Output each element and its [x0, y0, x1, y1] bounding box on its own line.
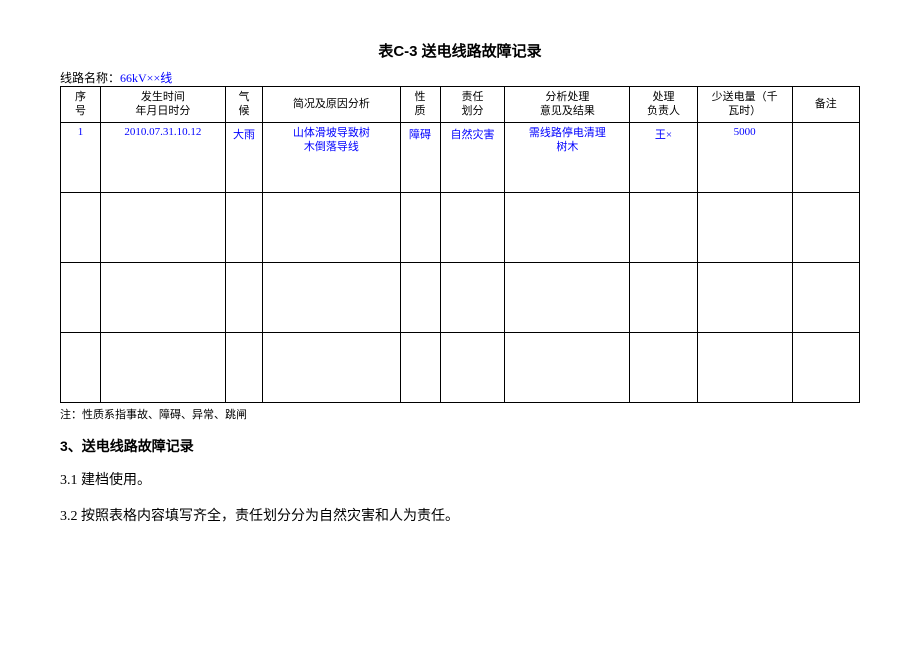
- line-name-row: 线路名称：66kV××线: [60, 69, 860, 86]
- table-title: 表C-3 送电线路故障记录: [60, 40, 860, 61]
- header-remark: 备注: [815, 98, 837, 110]
- line-name-value: 66kV××线: [120, 71, 172, 85]
- paragraph-3-1: 3.1 建档使用。: [60, 470, 860, 492]
- paragraph-3-2: 3.2 按照表格内容填写齐全，责任划分分为自然灾害和人为责任。: [60, 506, 860, 528]
- cell-nature: 障碍: [400, 122, 440, 192]
- table-row: 1 2010.07.31.10.12 大雨 山体滑坡导致树 木倒落导线 障碍 自…: [61, 122, 860, 192]
- header-weather: 气 候: [239, 91, 250, 117]
- header-charge: 处理 负责人: [647, 91, 680, 117]
- header-time: 发生时间 年月日时分: [135, 91, 190, 117]
- fault-record-table: 序 号 发生时间 年月日时分 气 候 简况及原因分析 性 质 责任 划分 分析处…: [60, 86, 860, 403]
- cell-analysis: 山体滑坡导致树 木倒落导线: [263, 122, 400, 192]
- header-responsibility: 责任 划分: [461, 91, 483, 117]
- table-row: [61, 192, 860, 262]
- header-seq: 序 号: [75, 91, 86, 117]
- cell-remark: [792, 122, 859, 192]
- table-row: [61, 262, 860, 332]
- cell-responsibility: 自然灾害: [440, 122, 505, 192]
- header-row: 序 号 发生时间 年月日时分 气 候 简况及原因分析 性 质 责任 划分 分析处…: [61, 87, 860, 123]
- header-opinion: 分析处理 意见及结果: [540, 91, 595, 117]
- cell-seq: 1: [61, 122, 101, 192]
- section-heading: 3、送电线路故障记录: [60, 436, 860, 456]
- line-name-label: 线路名称：: [60, 71, 120, 85]
- header-nature: 性 质: [415, 91, 426, 117]
- cell-time: 2010.07.31.10.12: [100, 122, 225, 192]
- header-analysis: 简况及原因分析: [293, 98, 370, 110]
- table-row: [61, 332, 860, 402]
- cell-opinion: 需线路停电清理 树木: [505, 122, 630, 192]
- cell-weather: 大雨: [225, 122, 262, 192]
- cell-charge: 王×: [630, 122, 697, 192]
- table-note: 注：性质系指事故、障碍、异常、跳闸: [60, 406, 860, 422]
- cell-power: 5000: [697, 122, 792, 192]
- header-power: 少送电量（千 瓦时）: [712, 91, 778, 117]
